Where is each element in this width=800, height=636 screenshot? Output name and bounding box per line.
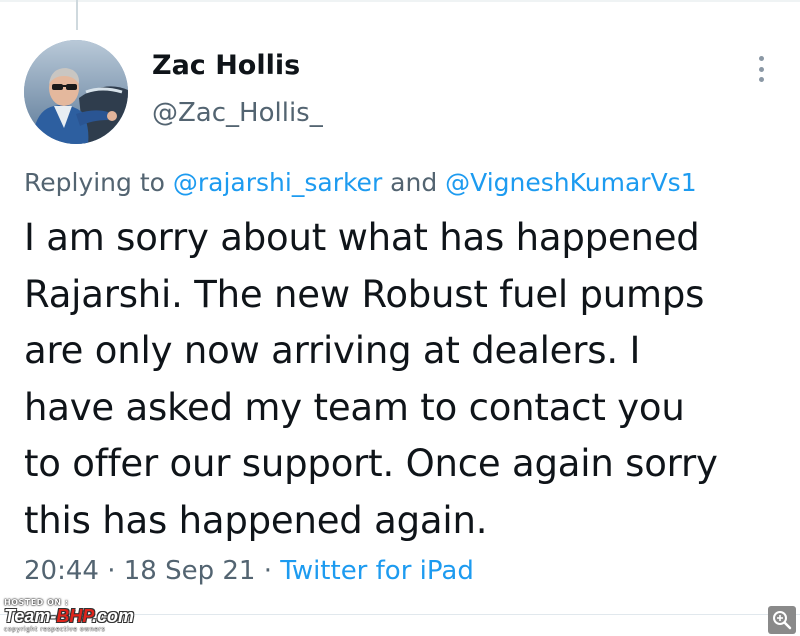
tweet-time[interactable]: 20:44 <box>24 556 99 586</box>
meta-separator: · <box>255 556 281 586</box>
watermark-brand: Team-BHP.com <box>4 606 134 627</box>
more-vertical-icon <box>758 56 764 61</box>
watermark-copyright: copyright respective owners <box>4 626 106 633</box>
more-options-button[interactable] <box>748 52 774 86</box>
replying-to-label: Replying to <box>24 168 173 197</box>
author-handle[interactable]: @Zac_Hollis_ <box>152 98 323 128</box>
avatar[interactable] <box>24 40 128 144</box>
top-divider <box>0 0 800 2</box>
tweet-text-line: have asked my team to contact you <box>24 385 685 429</box>
avatar-photo <box>24 40 128 144</box>
reply-mention-rajarshi[interactable]: @rajarshi_sarker <box>173 168 382 197</box>
tweet-metadata: 20:44 · 18 Sep 21 · Twitter for iPad <box>24 556 474 586</box>
tweet-text-line: this has happened again. <box>24 498 488 542</box>
tweet-date[interactable]: 18 Sep 21 <box>124 556 256 586</box>
tweet-text-line: are only now arriving at dealers. I <box>24 329 641 373</box>
tweet-source-link[interactable]: Twitter for iPad <box>280 556 474 586</box>
tweet-screenshot: Zac Hollis @Zac_Hollis_ Replying to @raj… <box>0 0 800 636</box>
tweet-text-line: I am sorry about what has happened <box>24 216 700 259</box>
tweet-text-line: Rajarshi. The new Robust fuel pumps <box>24 272 705 316</box>
author-name[interactable]: Zac Hollis <box>152 50 300 81</box>
meta-separator: · <box>98 556 124 586</box>
zoom-button[interactable] <box>768 606 796 634</box>
tweet-text: I am sorry about what has happened Rajar… <box>24 210 794 550</box>
more-vertical-icon-dot <box>758 77 764 82</box>
thread-connector-line <box>76 0 78 30</box>
tweet-text-line: to offer our support. Once again sorry <box>24 442 718 486</box>
zoom-icon <box>773 611 792 630</box>
more-vertical-icon-dot <box>758 66 764 72</box>
watermark-brand-suffix: .com <box>92 606 135 626</box>
reply-mention-vignesh[interactable]: @VigneshKumarVs1 <box>445 168 696 197</box>
replying-connector: and <box>382 168 446 197</box>
replying-to-line: Replying to @rajarshi_sarker and @Vignes… <box>24 168 697 197</box>
watermark-brand-highlight: BHP <box>56 606 93 626</box>
watermark-brand-prefix: Team- <box>4 606 57 626</box>
teambhp-watermark: HOSTED ON : Team-BHP.com copyright respe… <box>4 598 194 634</box>
